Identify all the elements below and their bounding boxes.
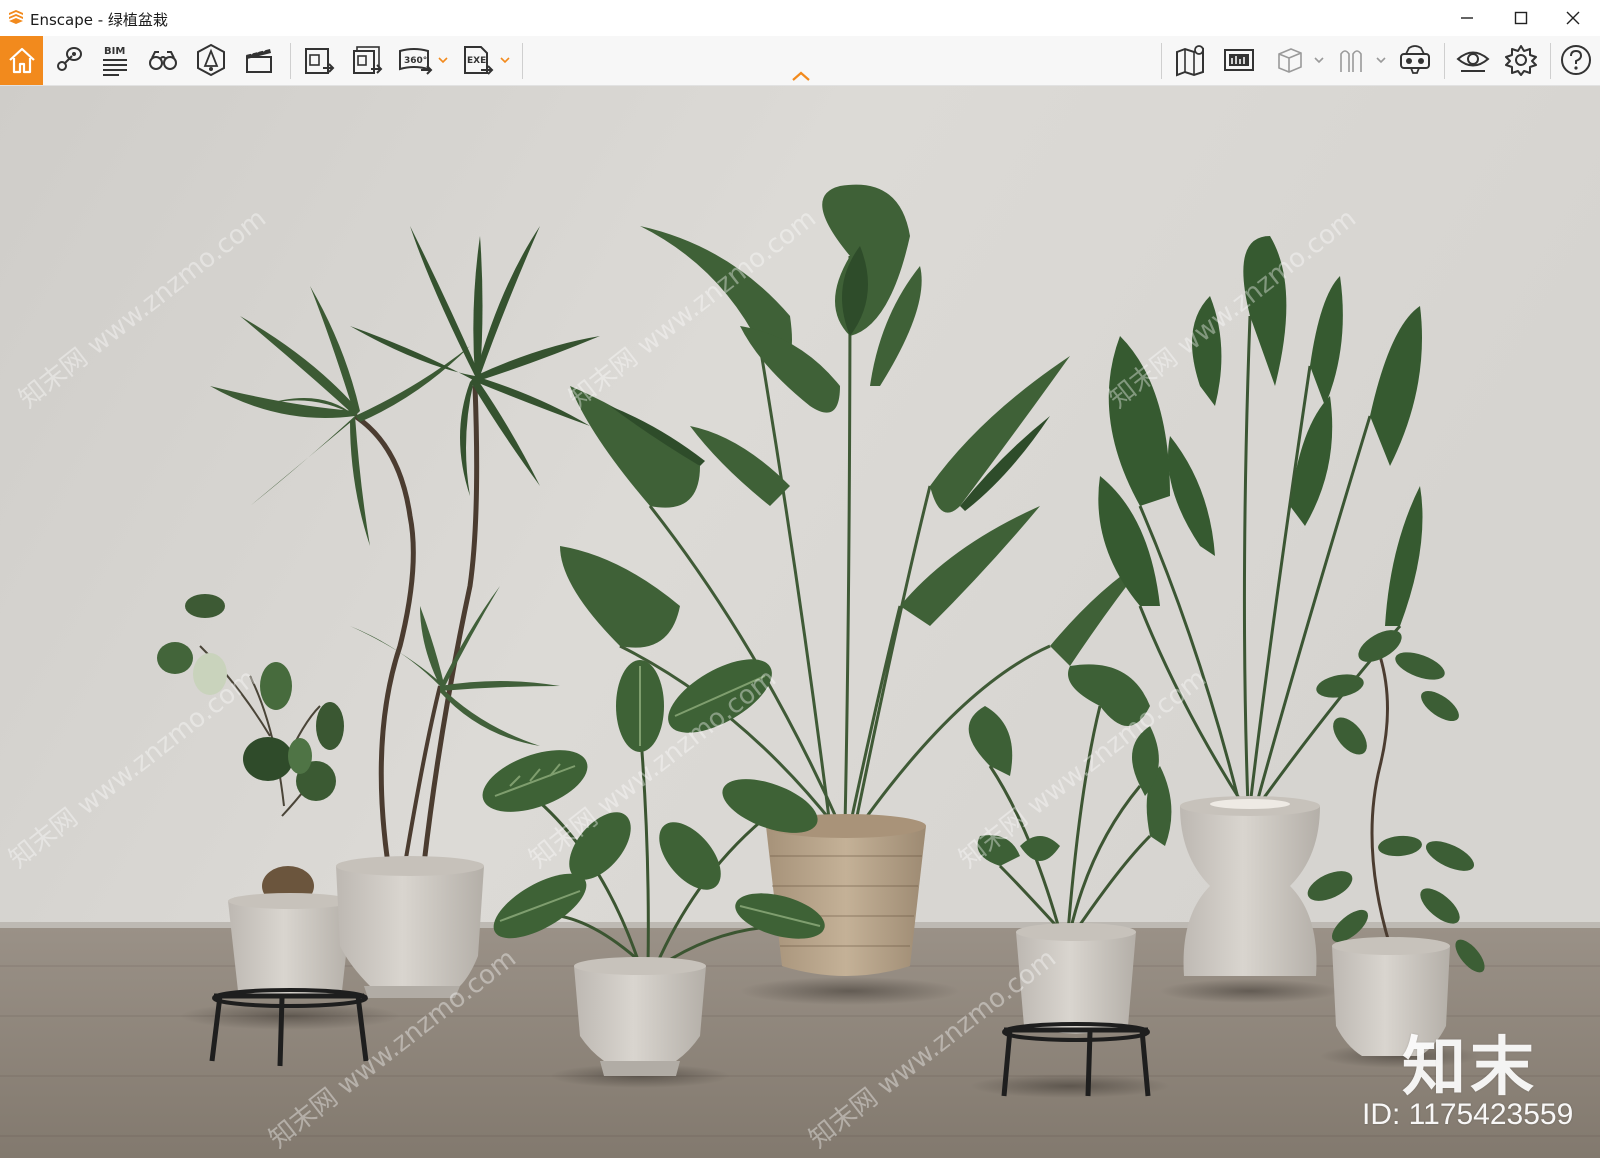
toolbar-separator bbox=[1161, 43, 1162, 79]
close-button[interactable] bbox=[1546, 0, 1600, 36]
export-exe-icon: EXE bbox=[464, 46, 494, 75]
cube-icon bbox=[1278, 48, 1302, 73]
batch-render-button[interactable] bbox=[344, 37, 390, 83]
vr-headset-icon bbox=[1400, 45, 1430, 74]
panorama-360-icon: 360° bbox=[399, 48, 433, 75]
video-editor-button[interactable] bbox=[236, 37, 282, 83]
asset-library-icon bbox=[197, 43, 225, 77]
enscape-logo-icon bbox=[9, 10, 23, 24]
export-exe-button[interactable]: EXE bbox=[454, 37, 500, 83]
watermark-id: ID: 1175423559 bbox=[1362, 1098, 1574, 1131]
toolbar-separator bbox=[522, 43, 523, 79]
collapse-toolbar-button[interactable] bbox=[788, 68, 814, 84]
bim-info-icon: BIM bbox=[103, 46, 127, 76]
maximize-icon bbox=[1514, 11, 1528, 25]
maximize-button[interactable] bbox=[1494, 0, 1548, 36]
home-button[interactable] bbox=[0, 36, 43, 85]
minimize-button[interactable] bbox=[1440, 0, 1494, 36]
help-icon bbox=[1561, 45, 1591, 75]
render-image-icon bbox=[305, 48, 335, 74]
panorama-dropdown[interactable] bbox=[436, 52, 450, 68]
map-icon bbox=[1176, 45, 1204, 77]
chevron-down-icon bbox=[1376, 57, 1386, 64]
cube-view-dropdown[interactable] bbox=[1312, 52, 1326, 68]
close-icon bbox=[1566, 11, 1580, 25]
minimap-icon bbox=[1224, 49, 1254, 71]
people-icon bbox=[1340, 50, 1362, 72]
gear-icon bbox=[1505, 45, 1537, 76]
map-button[interactable] bbox=[1168, 37, 1214, 83]
export-dropdown[interactable] bbox=[498, 52, 512, 68]
views-button[interactable] bbox=[45, 37, 91, 83]
asset-library-button[interactable] bbox=[188, 37, 234, 83]
svg-text:BIM: BIM bbox=[104, 46, 125, 57]
minimap-button[interactable] bbox=[1216, 37, 1262, 83]
toolbar-separator bbox=[1550, 43, 1551, 79]
general-settings-button[interactable] bbox=[1498, 37, 1544, 83]
help-button[interactable] bbox=[1556, 37, 1596, 83]
panorama-label: 360° bbox=[404, 56, 427, 66]
vr-button[interactable] bbox=[1392, 37, 1438, 83]
home-icon bbox=[8, 47, 35, 73]
minimize-icon bbox=[1461, 17, 1473, 19]
binoculars-icon bbox=[149, 51, 177, 70]
cube-view-button[interactable] bbox=[1266, 37, 1312, 83]
render-image-button[interactable] bbox=[296, 37, 342, 83]
people-button[interactable] bbox=[1328, 37, 1374, 83]
toolbar-separator bbox=[290, 43, 291, 79]
export-exe-label: EXE bbox=[467, 56, 486, 66]
people-dropdown[interactable] bbox=[1374, 52, 1388, 68]
title-bar: Enscape - 绿植盆栽 bbox=[0, 0, 1600, 36]
toolbar-separator bbox=[1444, 43, 1445, 79]
bim-button[interactable]: BIM bbox=[92, 37, 138, 83]
watermark-brand: 知末 bbox=[1402, 1031, 1538, 1105]
clapperboard-icon bbox=[246, 47, 272, 73]
chevron-down-icon bbox=[438, 57, 448, 64]
visual-settings-button[interactable] bbox=[1450, 37, 1496, 83]
batch-render-icon bbox=[353, 46, 383, 74]
window-title: Enscape - 绿植盆栽 bbox=[30, 11, 168, 29]
views-map-pin-icon bbox=[57, 47, 82, 71]
eye-icon bbox=[1456, 51, 1490, 72]
chevron-down-icon bbox=[1314, 57, 1324, 64]
render-viewport[interactable]: 知末网 www.znzmo.com 知末网 www.znzmo.com 知末网 … bbox=[0, 86, 1600, 1158]
chevron-down-icon bbox=[500, 57, 510, 64]
panorama-button[interactable]: 360° bbox=[392, 37, 438, 83]
binoculars-button[interactable] bbox=[140, 37, 186, 83]
chevron-up-icon bbox=[792, 71, 810, 81]
